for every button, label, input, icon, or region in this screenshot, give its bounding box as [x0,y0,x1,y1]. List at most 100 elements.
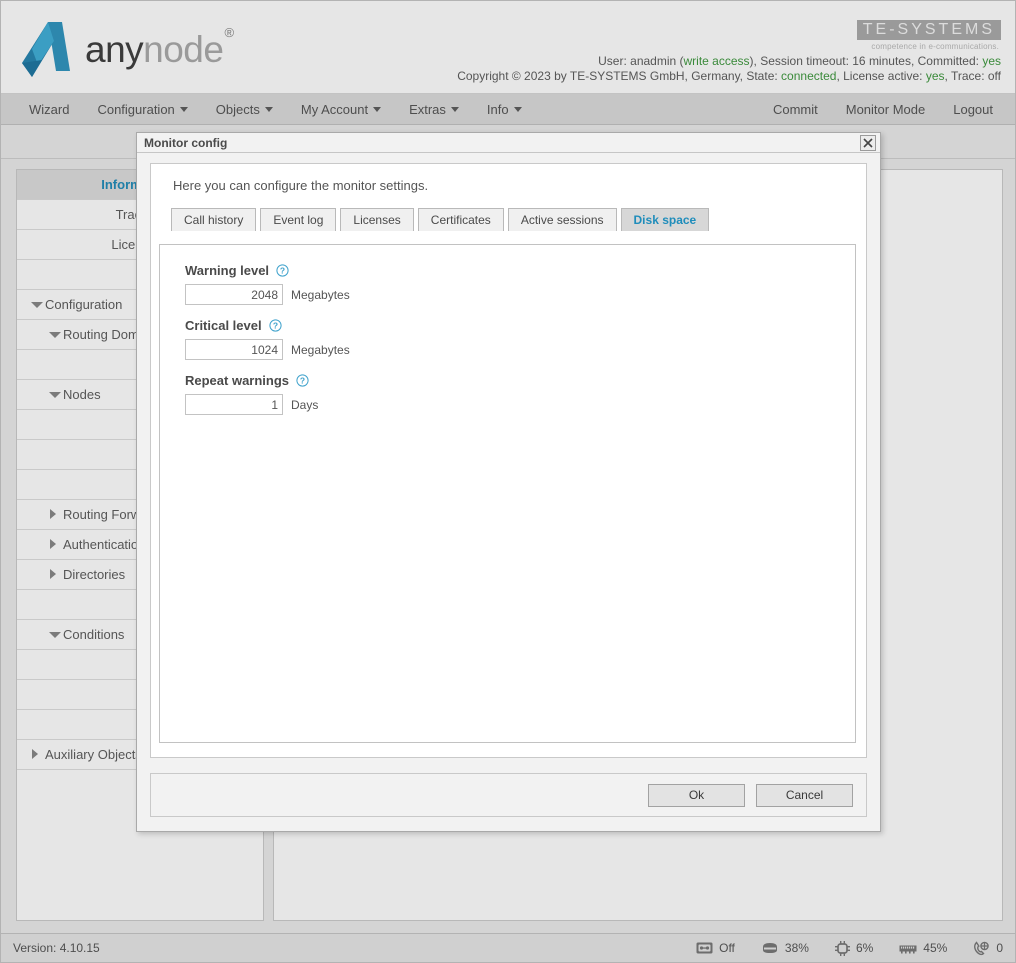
status-metric-value: 45% [923,941,947,955]
dialog-footer: Ok Cancel [150,773,867,817]
session-info: User: anadmin (write access), Session ti… [457,54,1001,84]
chevron-down-icon [514,107,522,112]
tab-licenses[interactable]: Licenses [340,208,413,231]
warning-level-input[interactable] [185,284,283,305]
nav-label-wizard: Wizard [29,102,69,117]
chevron-right-icon[interactable] [49,569,59,579]
field-unit-warning-level: Megabytes [291,288,350,302]
disk-icon [761,942,779,954]
dialog-body: Here you can configure the monitor setti… [150,163,867,758]
status-metric-value: 6% [856,941,873,955]
sidebar-item-label: Configuration [45,297,122,312]
nav-item-monitor-mode[interactable]: Monitor Mode [832,94,939,125]
logo-registered-mark: ® [224,25,233,40]
help-icon[interactable]: ? [296,374,309,387]
field-label-repeat-warnings: Repeat warnings? [185,373,855,388]
dialog-tab-strip: Call historyEvent logLicensesCertificate… [163,208,854,231]
tab-active-sessions[interactable]: Active sessions [508,208,617,231]
logo-text-any: any [85,29,143,70]
status-bar: Version: 4.10.15 Off 38% 6% 45% 0 [1,933,1015,962]
svg-text:?: ? [300,376,305,386]
version-label: Version: 4.10.15 [1,941,100,955]
nav-label-monitor-mode: Monitor Mode [846,102,925,117]
sidebar-item-label: Nodes [63,387,101,402]
nav-label-extras: Extras [409,102,446,117]
chevron-down-icon[interactable] [49,389,59,399]
field-row-warning-level: Megabytes [185,284,855,305]
nav-item-wizard[interactable]: Wizard [15,94,83,125]
main-navigation: Wizard Configuration Objects My Account … [1,94,1015,125]
field-group-warning-level: Warning level?Megabytes [185,263,855,305]
app-header: anynode® TE-SYSTEMS competence in e-comm… [1,1,1015,94]
tab-disk-space[interactable]: Disk space [621,208,710,231]
critical-level-input[interactable] [185,339,283,360]
status-metric-calls[interactable]: 0 [973,941,1003,956]
session-user-prefix: User: anadmin ( [598,54,683,68]
disk-space-form: Warning level?MegabytesCritical level?Me… [185,263,855,415]
sidebar-item-label: Auxiliary Objects [45,747,142,762]
field-label-text: Critical level [185,318,262,333]
sidebar-item-label: Conditions [63,627,124,642]
field-label-critical-level: Critical level? [185,318,855,333]
field-label-text: Repeat warnings [185,373,289,388]
field-label-text: Warning level [185,263,269,278]
connection-state-value: connected [781,69,836,83]
nav-item-info[interactable]: Info [473,94,536,125]
cpu-icon [835,941,850,956]
status-metric-value: 38% [785,941,809,955]
tab-event-log[interactable]: Event log [260,208,336,231]
help-icon[interactable]: ? [269,319,282,332]
nav-item-configuration[interactable]: Configuration [83,94,201,125]
svg-text:?: ? [273,321,278,331]
close-icon[interactable] [860,135,876,151]
chevron-right-icon[interactable] [49,509,59,519]
session-committed-value: yes [982,54,1001,68]
license-active-value: yes [926,69,945,83]
anynode-wordmark: anynode® [85,29,233,71]
chevron-down-icon[interactable] [49,329,59,339]
nav-item-my-account[interactable]: My Account [287,94,395,125]
nav-label-commit: Commit [773,102,818,117]
session-access-level: write access [684,54,750,68]
nav-item-commit[interactable]: Commit [759,94,832,125]
chevron-down-icon [451,107,459,112]
nav-label-my-account: My Account [301,102,368,117]
nav-label-logout: Logout [953,102,993,117]
chevron-down-icon [180,107,188,112]
field-unit-repeat-warnings: Days [291,398,318,412]
ok-button[interactable]: Ok [648,784,745,807]
anynode-logo: anynode® [18,19,233,81]
status-metric-memory[interactable]: 45% [899,941,947,955]
chevron-right-icon[interactable] [31,749,41,759]
memory-icon [899,942,917,954]
chevron-down-icon [373,107,381,112]
nav-item-logout[interactable]: Logout [939,94,1007,125]
chevron-down-icon [265,107,273,112]
help-icon[interactable]: ? [276,264,289,277]
te-systems-tagline: competence in e-communications. [857,42,1001,51]
status-metric-cpu[interactable]: 6% [835,941,873,956]
copyright-text: Copyright © 2023 by TE-SYSTEMS GmbH, Ger… [457,69,781,83]
te-systems-name: TE-SYSTEMS [857,20,1001,40]
chevron-down-icon[interactable] [49,629,59,639]
session-info-line1: User: anadmin (write access), Session ti… [457,54,1001,69]
license-label: , License active: [836,69,925,83]
nav-label-objects: Objects [216,102,260,117]
anynode-logo-icon [18,19,80,81]
status-metric-disk[interactable]: 38% [761,941,809,955]
status-metric-trace-recorder[interactable]: Off [696,941,735,955]
nav-label-configuration: Configuration [97,102,174,117]
nav-item-extras[interactable]: Extras [395,94,473,125]
nav-item-objects[interactable]: Objects [202,94,287,125]
trace-label: , Trace: [945,69,988,83]
chevron-down-icon[interactable] [31,299,41,309]
session-info-line2: Copyright © 2023 by TE-SYSTEMS GmbH, Ger… [457,69,1001,84]
repeat-warnings-input[interactable] [185,394,283,415]
chevron-right-icon[interactable] [49,539,59,549]
field-unit-critical-level: Megabytes [291,343,350,357]
tab-call-history[interactable]: Call history [171,208,256,231]
cancel-button[interactable]: Cancel [756,784,853,807]
status-metric-value: 0 [996,941,1003,955]
dialog-title-text: Monitor config [144,136,227,150]
tab-certificates[interactable]: Certificates [418,208,504,231]
